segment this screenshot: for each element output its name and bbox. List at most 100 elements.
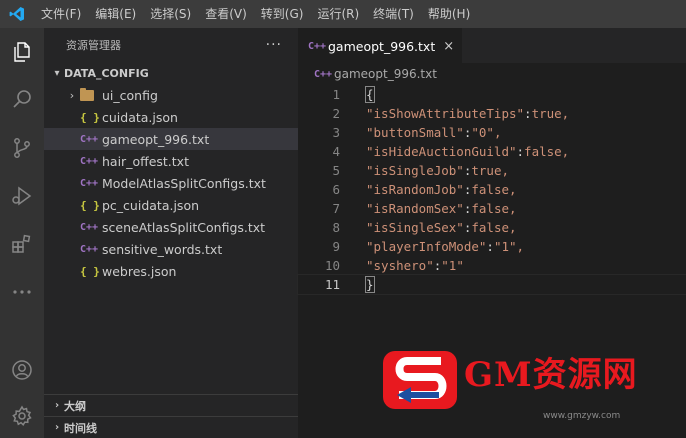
line-number: 5 — [332, 163, 340, 178]
extensions-icon[interactable] — [0, 224, 44, 264]
chevron-right-icon: › — [54, 400, 60, 411]
json-key: "isRandomJob" — [366, 182, 464, 197]
tree-item-scene-atlas-split-configs-txt[interactable]: C++ sceneAtlasSplitConfigs.txt — [44, 216, 298, 238]
json-value: true, — [531, 106, 570, 121]
line-number: 4 — [332, 144, 340, 159]
tree-item-label: webres.json — [102, 263, 177, 279]
title-bar: 文件(F) 编辑(E) 选择(S) 查看(V) 转到(G) 运行(R) 终端(T… — [0, 0, 686, 28]
code-line: 5 "isSingleJob":true, — [298, 161, 686, 180]
json-key: "playerInfoMode" — [366, 239, 487, 254]
json-value: false, — [471, 201, 517, 216]
tree-item-webres-json[interactable]: { } webres.json — [44, 260, 298, 282]
json-value: false, — [471, 182, 517, 197]
tree-item-model-atlas-split-configs-txt[interactable]: C++ ModelAtlasSplitConfigs.txt — [44, 172, 298, 194]
line-number: 3 — [332, 125, 340, 140]
run-debug-icon[interactable] — [0, 176, 44, 216]
tab-gameopt-996-txt[interactable]: C++ gameopt_996.txt × — [298, 28, 463, 63]
json-value: "1" — [441, 258, 464, 273]
tree-item-label: gameopt_996.txt — [102, 131, 210, 147]
close-icon[interactable]: × — [443, 39, 454, 54]
code-line: 7 "isRandomSex":false, — [298, 199, 686, 218]
line-number: 9 — [332, 239, 340, 254]
chevron-right-icon: › — [69, 88, 75, 102]
tree-item-gameopt-996-txt[interactable]: C++ gameopt_996.txt — [44, 128, 298, 150]
menu-selection[interactable]: 选择(S) — [143, 0, 198, 28]
tree-item-pc-cuidata-json[interactable]: { } pc_cuidata.json — [44, 194, 298, 216]
tree-item-label: cuidata.json — [102, 109, 178, 125]
text-file-icon: C++ — [80, 155, 99, 167]
menu-help[interactable]: 帮助(H) — [421, 0, 477, 28]
tree-item-label: sensitive_words.txt — [102, 241, 223, 257]
code-line: 10 "syshero":"1" — [298, 256, 686, 275]
section-label: 时间线 — [64, 421, 97, 435]
watermark: GM资源网 www.gmzyw.com — [383, 341, 683, 431]
menu-bar: 文件(F) 编辑(E) 选择(S) 查看(V) 转到(G) 运行(R) 终端(T… — [34, 0, 477, 28]
tab-label: gameopt_996.txt — [328, 38, 436, 54]
json-file-icon: { } — [80, 264, 100, 278]
json-key: "isSingleSex" — [366, 220, 464, 235]
settings-gear-icon[interactable] — [0, 396, 44, 436]
explorer-sidebar: 资源管理器 ··· ▾ DATA_CONFIG › ui_config { } … — [44, 28, 298, 438]
menu-view[interactable]: 查看(V) — [198, 0, 254, 28]
json-value: false, — [471, 220, 517, 235]
sidebar-bottom-sections: › 大纲 › 时间线 — [44, 394, 298, 438]
text-file-icon: C++ — [80, 177, 99, 189]
json-file-icon: { } — [80, 110, 100, 124]
account-icon[interactable] — [0, 350, 44, 390]
json-key: "isShowAttributeTips" — [366, 106, 525, 121]
text-file-icon: C++ — [80, 221, 99, 233]
tree-item-cuidata-json[interactable]: { } cuidata.json — [44, 106, 298, 128]
more-actions-icon[interactable]: ··· — [266, 37, 282, 53]
section-label: DATA_CONFIG — [64, 66, 149, 80]
code-line: 9 "playerInfoMode":"1", — [298, 237, 686, 256]
line-number: 10 — [324, 258, 340, 273]
tree-item-folder-ui-config[interactable]: › ui_config — [44, 84, 298, 106]
chevron-down-icon: ▾ — [54, 67, 60, 79]
section-data-config[interactable]: ▾ DATA_CONFIG — [44, 62, 298, 84]
json-key: "isHideAuctionGuild" — [366, 144, 517, 159]
text-file-icon: C++ — [308, 40, 327, 52]
breadcrumb: C++ gameopt_996.txt — [298, 63, 686, 85]
code-line: 6 "isRandomJob":false, — [298, 180, 686, 199]
more-views-icon[interactable] — [0, 272, 44, 312]
section-timeline[interactable]: › 时间线 — [44, 416, 298, 438]
menu-go[interactable]: 转到(G) — [254, 0, 311, 28]
code-line: 3 "buttonSmall":"0", — [298, 123, 686, 142]
json-value: true, — [471, 163, 510, 178]
activity-bar — [0, 28, 44, 438]
line-number: 11 — [324, 277, 340, 292]
json-value: false, — [524, 144, 570, 159]
line-number: 6 — [332, 182, 340, 197]
line-number: 7 — [332, 201, 340, 216]
section-outline[interactable]: › 大纲 — [44, 394, 298, 416]
json-file-icon: { } — [80, 198, 100, 212]
tree-item-sensitive-words-txt[interactable]: C++ sensitive_words.txt — [44, 238, 298, 260]
search-icon[interactable] — [0, 80, 44, 120]
vscode-logo-icon[interactable] — [0, 0, 34, 28]
source-control-icon[interactable] — [0, 128, 44, 168]
json-value: "0", — [471, 125, 502, 140]
menu-terminal[interactable]: 终端(T) — [366, 0, 421, 28]
open-brace: { — [365, 86, 375, 103]
menu-file[interactable]: 文件(F) — [34, 0, 88, 28]
tree-item-label: ui_config — [102, 87, 158, 103]
folder-icon — [80, 87, 94, 101]
json-key: "syshero" — [366, 258, 434, 273]
explorer-icon[interactable] — [0, 32, 44, 72]
tree-item-hair-offest-txt[interactable]: C++ hair_offest.txt — [44, 150, 298, 172]
text-file-icon: C++ — [80, 243, 99, 255]
menu-edit[interactable]: 编辑(E) — [88, 0, 143, 28]
menu-run[interactable]: 运行(R) — [310, 0, 366, 28]
code-line: 8 "isSingleSex":false, — [298, 218, 686, 237]
code-line: 4 "isHideAuctionGuild":false, — [298, 142, 686, 161]
section-label: 大纲 — [64, 399, 86, 413]
code-editor[interactable]: 1 { 2 "isShowAttributeTips":true, 3 "but… — [297, 85, 686, 295]
text-file-icon: C++ — [314, 68, 333, 80]
file-tree: › ui_config { } cuidata.json C++ gameopt… — [44, 84, 298, 282]
json-key: "isRandomSex" — [366, 201, 464, 216]
code-line: 1 { — [298, 85, 686, 104]
explorer-title: 资源管理器 — [66, 39, 121, 52]
tree-item-label: ModelAtlasSplitConfigs.txt — [102, 175, 266, 191]
breadcrumb-file[interactable]: gameopt_996.txt — [334, 67, 437, 81]
tree-item-label: pc_cuidata.json — [102, 197, 200, 213]
